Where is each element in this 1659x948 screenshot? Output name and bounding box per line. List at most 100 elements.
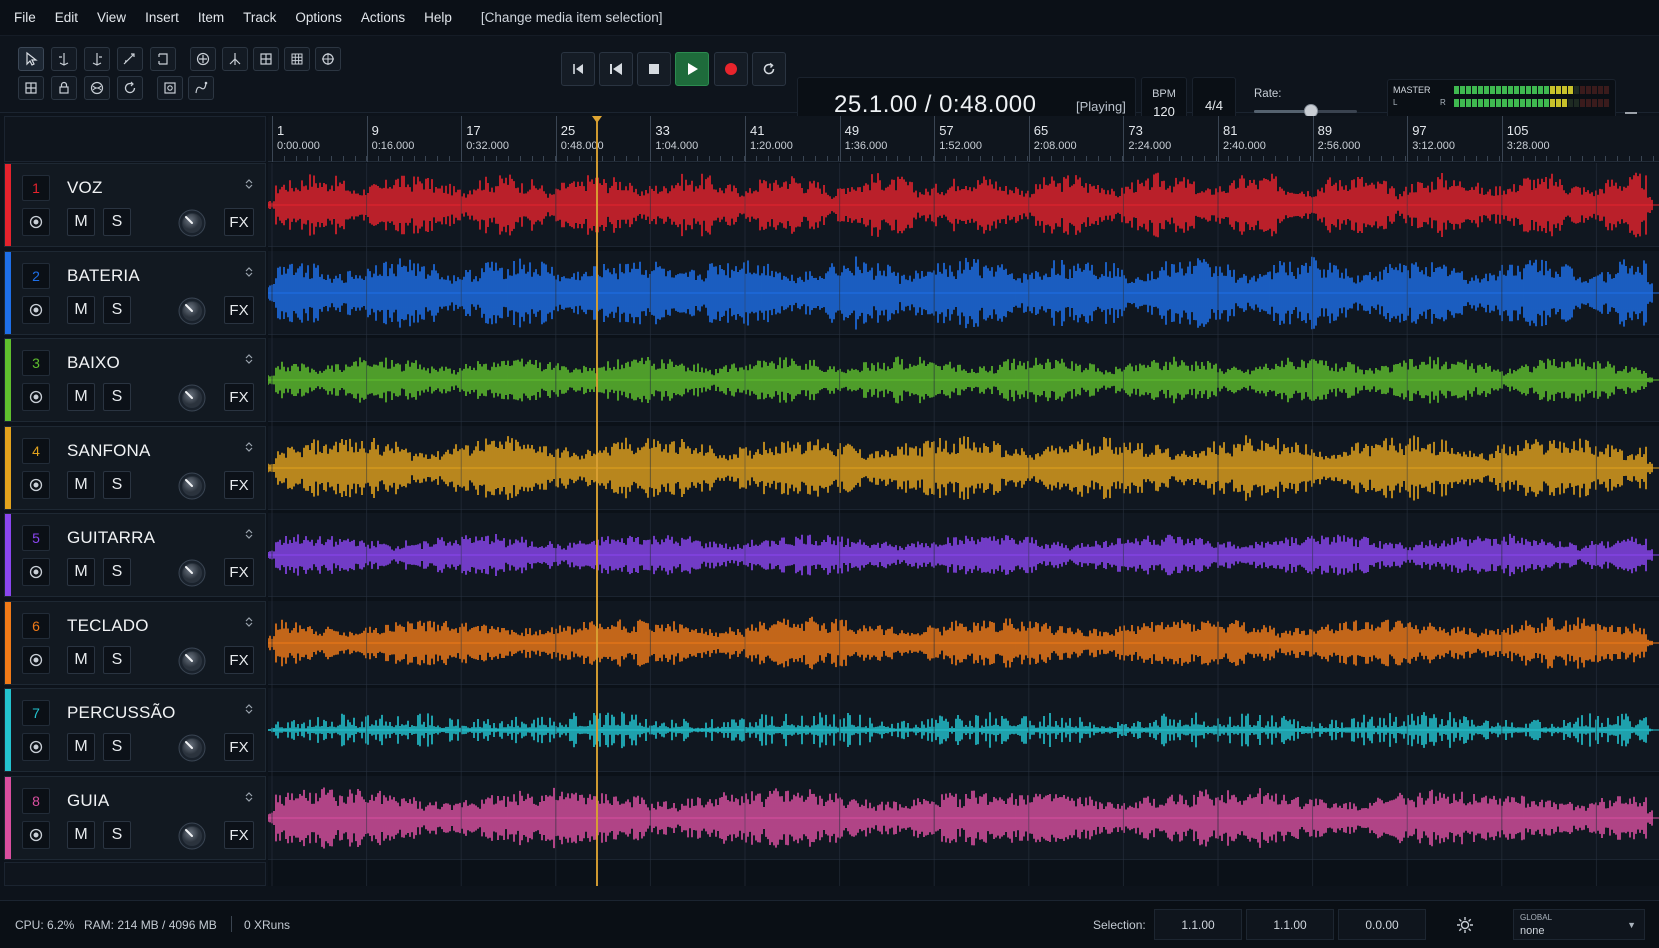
record-button[interactable]: [714, 52, 748, 86]
track-name[interactable]: VOZ: [67, 178, 103, 198]
snap-icon[interactable]: [190, 47, 216, 71]
volume-knob[interactable]: [177, 646, 207, 676]
volume-knob[interactable]: [177, 558, 207, 588]
envelope-icon[interactable]: [117, 47, 143, 71]
route-icon[interactable]: [243, 616, 255, 628]
stop-button[interactable]: [637, 52, 671, 86]
marker-icon[interactable]: [84, 76, 110, 100]
track-name[interactable]: GUIA: [67, 791, 109, 811]
repeat-button[interactable]: [752, 52, 786, 86]
selection-length-field[interactable]: 0.0.00: [1338, 909, 1426, 940]
route-icon[interactable]: [243, 353, 255, 365]
record-arm-button[interactable]: [22, 821, 50, 849]
solo-button[interactable]: S: [103, 821, 131, 849]
solo-button[interactable]: S: [103, 471, 131, 499]
route-icon[interactable]: [243, 441, 255, 453]
solo-button[interactable]: S: [103, 558, 131, 586]
track-name[interactable]: GUITARRA: [67, 528, 155, 548]
solo-button[interactable]: S: [103, 383, 131, 411]
track-lane[interactable]: [268, 338, 1659, 422]
track-name[interactable]: PERCUSSÃO: [67, 703, 176, 723]
track-name[interactable]: SANFONA: [67, 441, 151, 461]
track-lane[interactable]: [268, 251, 1659, 335]
timeline-ruler[interactable]: 1 0:00.000 9 0:16.000 17 0:32.000 25 0:48.0…: [268, 116, 1659, 162]
track-name[interactable]: BAIXO: [67, 353, 120, 373]
waveform[interactable]: [268, 338, 1659, 422]
mute-button[interactable]: M: [67, 646, 95, 674]
record-arm-button[interactable]: [22, 296, 50, 324]
solo-button[interactable]: S: [103, 646, 131, 674]
fx-button[interactable]: FX: [224, 646, 254, 674]
route-icon[interactable]: [243, 178, 255, 190]
waveform[interactable]: [268, 776, 1659, 860]
rewind-button[interactable]: [599, 52, 633, 86]
gear-icon[interactable]: [1447, 909, 1483, 940]
menu-actions[interactable]: Actions: [361, 10, 405, 25]
mute-button[interactable]: M: [67, 471, 95, 499]
mute-button[interactable]: M: [67, 296, 95, 324]
lock-icon[interactable]: [51, 76, 77, 100]
track-lane[interactable]: [268, 688, 1659, 772]
mute-button[interactable]: M: [67, 383, 95, 411]
mute-button[interactable]: M: [67, 208, 95, 236]
go-to-start-button[interactable]: [561, 52, 595, 86]
record-arm-button[interactable]: [22, 558, 50, 586]
menu-insert[interactable]: Insert: [145, 10, 179, 25]
arrange-view[interactable]: [268, 163, 1659, 886]
track-header[interactable]: 4 SANFONA M S FX: [4, 426, 266, 510]
mute-button[interactable]: M: [67, 821, 95, 849]
solo-button[interactable]: S: [103, 296, 131, 324]
waveform[interactable]: [268, 513, 1659, 597]
fx-button[interactable]: FX: [224, 296, 254, 324]
volume-knob[interactable]: [177, 821, 207, 851]
menu-track[interactable]: Track: [243, 10, 276, 25]
volume-knob[interactable]: [177, 471, 207, 501]
track-header[interactable]: 3 BAIXO M S FX: [4, 338, 266, 422]
mute-button[interactable]: M: [67, 558, 95, 586]
route-icon[interactable]: [243, 266, 255, 278]
menu-help[interactable]: Help: [424, 10, 452, 25]
track-header[interactable]: 7 PERCUSSÃO M S FX: [4, 688, 266, 772]
waveform[interactable]: [268, 251, 1659, 335]
volume-knob[interactable]: [177, 733, 207, 763]
menu-view[interactable]: View: [97, 10, 126, 25]
crosshair-icon[interactable]: [315, 47, 341, 71]
waveform[interactable]: [268, 688, 1659, 772]
fx-button[interactable]: FX: [224, 383, 254, 411]
refresh-icon[interactable]: [117, 76, 143, 100]
track-lane[interactable]: [268, 163, 1659, 247]
fx-button[interactable]: FX: [224, 208, 254, 236]
record-arm-button[interactable]: [22, 208, 50, 236]
waveform[interactable]: [268, 163, 1659, 247]
volume-knob[interactable]: [177, 296, 207, 326]
grid-toggle-icon[interactable]: [18, 76, 44, 100]
fx-button[interactable]: FX: [224, 821, 254, 849]
volume-knob[interactable]: [177, 383, 207, 413]
record-arm-button[interactable]: [22, 383, 50, 411]
loop-icon[interactable]: [150, 47, 176, 71]
track-header[interactable]: 5 GUITARRA M S FX: [4, 513, 266, 597]
curve-icon[interactable]: [188, 76, 214, 100]
waveform[interactable]: [268, 426, 1659, 510]
fx-button[interactable]: FX: [224, 733, 254, 761]
track-panel-empty-area[interactable]: [4, 862, 266, 886]
volume-knob[interactable]: [177, 208, 207, 238]
record-arm-button[interactable]: [22, 646, 50, 674]
record-arm-button[interactable]: [22, 733, 50, 761]
mute-button[interactable]: M: [67, 733, 95, 761]
route-icon[interactable]: [243, 528, 255, 540]
menu-item[interactable]: Item: [198, 10, 224, 25]
track-lane[interactable]: [268, 426, 1659, 510]
track-lane[interactable]: [268, 776, 1659, 860]
selection-end-field[interactable]: 1.1.00: [1246, 909, 1334, 940]
track-lane[interactable]: [268, 601, 1659, 685]
route-icon[interactable]: [243, 791, 255, 803]
track-name[interactable]: BATERIA: [67, 266, 140, 286]
solo-button[interactable]: S: [103, 733, 131, 761]
ripple-icon[interactable]: [222, 47, 248, 71]
menu-edit[interactable]: Edit: [55, 10, 78, 25]
solo-button[interactable]: S: [103, 208, 131, 236]
track-header[interactable]: 2 BATERIA M S FX: [4, 251, 266, 335]
split-icon[interactable]: [51, 47, 77, 71]
global-dropdown[interactable]: GLOBAL none ▼: [1513, 909, 1645, 940]
